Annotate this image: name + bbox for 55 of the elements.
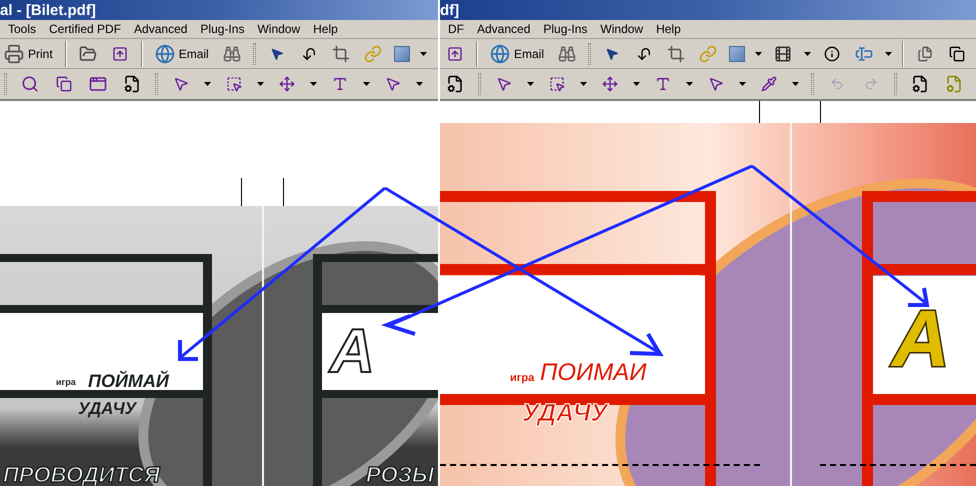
toolbar-grip[interactable] xyxy=(588,42,592,64)
caret-icon[interactable] xyxy=(420,52,427,56)
toolbar-button[interactable]: Email xyxy=(488,42,546,66)
menu-item[interactable]: Help xyxy=(656,23,681,35)
square-icon[interactable] xyxy=(394,46,410,62)
toolbar-grip[interactable] xyxy=(811,73,814,95)
menu-item[interactable]: Help xyxy=(313,23,338,35)
crop-mark xyxy=(241,178,242,206)
ticket-letter: A xyxy=(892,299,950,379)
caret-icon[interactable] xyxy=(804,52,812,56)
globe-icon xyxy=(490,44,510,64)
toolbar-grip[interactable] xyxy=(4,73,7,95)
caret-icon[interactable] xyxy=(527,82,534,86)
caret-icon[interactable] xyxy=(633,82,640,86)
caret-icon[interactable] xyxy=(416,82,423,86)
caret-icon[interactable] xyxy=(363,82,370,86)
ticket-label: игра xyxy=(510,373,534,384)
caret-icon[interactable] xyxy=(257,82,264,86)
menu-item[interactable]: Certified PDF xyxy=(49,23,122,35)
toolbar-button[interactable]: Email xyxy=(152,42,211,66)
menu-item[interactable]: Tools xyxy=(8,23,36,35)
caret-icon[interactable] xyxy=(580,82,587,86)
caret-icon[interactable] xyxy=(755,52,762,56)
caret-icon[interactable] xyxy=(310,82,317,86)
caret-icon[interactable] xyxy=(739,82,746,86)
menu-item[interactable]: Plug-Ins xyxy=(543,23,588,35)
toolbar-grip[interactable] xyxy=(252,42,256,64)
toolbar-button[interactable]: Print xyxy=(2,42,55,66)
ticket-label: игра xyxy=(56,378,76,387)
crop-mark xyxy=(759,101,760,123)
globe-icon xyxy=(154,44,175,64)
menu-item[interactable]: Advanced xyxy=(477,23,530,35)
menu-item[interactable]: Advanced xyxy=(134,23,188,35)
caret-icon[interactable] xyxy=(204,82,211,86)
window-title: al - [Bilet.pdf] xyxy=(0,2,96,18)
menu-item[interactable]: Window xyxy=(600,23,644,35)
printer-icon xyxy=(4,44,24,64)
menu-item[interactable]: DF xyxy=(448,23,464,35)
ticket-headline: ПОЙМАЙ xyxy=(88,372,169,390)
menu-item[interactable]: Plug-Ins xyxy=(200,23,244,35)
ticket-subline: УДАЧУ xyxy=(522,401,608,426)
toolbar-grip[interactable] xyxy=(894,73,897,95)
toolbar-grip[interactable] xyxy=(478,73,481,95)
caret-icon[interactable] xyxy=(885,52,892,56)
toolbar-grip[interactable] xyxy=(155,73,158,95)
caret-icon[interactable] xyxy=(792,82,799,86)
window-title: df] xyxy=(440,2,460,18)
ticket-footer: РОЗЫ xyxy=(366,464,434,486)
ticket-headline: ПОИМАИ xyxy=(540,361,646,385)
crop-mark xyxy=(283,178,284,206)
crop-mark xyxy=(820,101,821,123)
caret-icon[interactable] xyxy=(686,82,693,86)
square-icon[interactable] xyxy=(729,46,746,62)
ticket-subline: УДАЧУ xyxy=(78,400,136,417)
menu-item[interactable]: Window xyxy=(257,23,300,35)
